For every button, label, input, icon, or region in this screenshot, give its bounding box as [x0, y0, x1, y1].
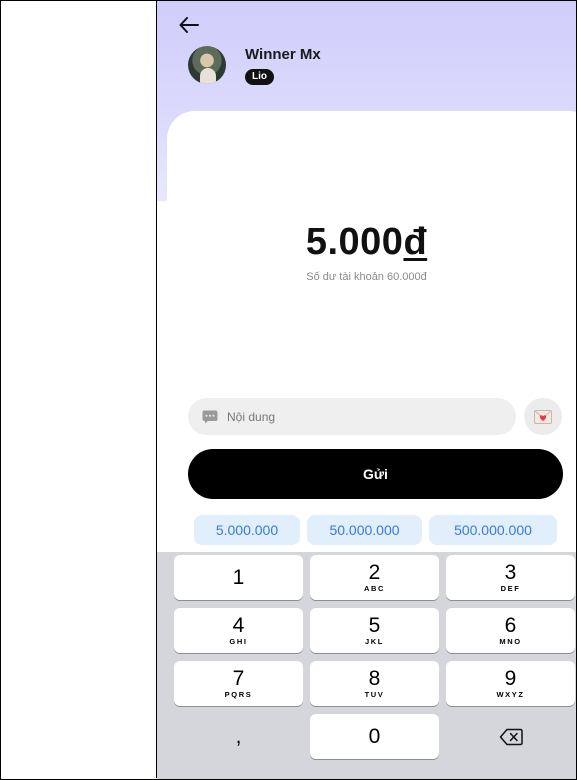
- empty-left-column: [1, 1, 157, 778]
- preset-amount-button[interactable]: 500.000.000: [429, 515, 557, 545]
- key-2[interactable]: 2 ABC: [310, 555, 439, 600]
- send-button[interactable]: Gửi: [188, 449, 563, 499]
- arrow-left-icon: [179, 17, 199, 33]
- key-digit: 3: [504, 561, 517, 584]
- key-4[interactable]: 4 GHI: [174, 608, 303, 653]
- key-letters: GHI: [229, 637, 248, 646]
- key-0[interactable]: 0: [310, 714, 439, 759]
- key-digit: 0: [368, 725, 381, 748]
- numeric-keypad: 1 2 ABC 3 DEF 4 GHI 5 JKL 6 MNO 7 PQRS 8: [157, 552, 576, 779]
- currency-symbol: đ: [403, 221, 428, 263]
- key-7[interactable]: 7 PQRS: [174, 661, 303, 706]
- key-letters: ABC: [363, 584, 386, 593]
- key-3[interactable]: 3 DEF: [446, 555, 575, 600]
- key-digit: 7: [232, 667, 245, 690]
- key-digit: 9: [504, 667, 517, 690]
- key-letters: DEF: [500, 584, 521, 593]
- gift-envelope-button[interactable]: [524, 398, 562, 435]
- back-button[interactable]: [175, 11, 203, 39]
- phone-screen: Winner Mx Lio 5.000đ Số dư tài khoản 60.…: [157, 1, 576, 779]
- preset-amount-button[interactable]: 50.000.000: [307, 515, 422, 545]
- key-digit: 4: [232, 614, 245, 637]
- key-digit: 6: [504, 614, 517, 637]
- key-digit: 2: [368, 561, 381, 584]
- key-1[interactable]: 1: [174, 555, 303, 600]
- love-letter-icon: [534, 409, 552, 424]
- key-letters: PQRS: [224, 690, 253, 699]
- key-digit: ,: [235, 725, 242, 748]
- key-letters: WXYZ: [496, 690, 525, 699]
- account-balance: Số dư tài khoản 60.000đ: [306, 271, 427, 283]
- backspace-icon: [499, 728, 523, 745]
- recipient-name: Winner Mx: [245, 46, 321, 63]
- key-letters: MNO: [499, 637, 522, 646]
- key-8[interactable]: 8 TUV: [310, 661, 439, 706]
- key-delete[interactable]: [446, 714, 575, 759]
- message-icon: [202, 409, 218, 425]
- key-digit: 5: [368, 614, 381, 637]
- user-badge: Lio: [245, 69, 274, 85]
- message-placeholder: Nội dung: [227, 409, 276, 424]
- key-5[interactable]: 5 JKL: [310, 608, 439, 653]
- amount-value: 5.000: [305, 221, 404, 263]
- key-comma[interactable]: ,: [174, 714, 303, 759]
- key-letters: JKL: [365, 637, 384, 646]
- message-input[interactable]: Nội dung: [188, 398, 516, 435]
- key-digit: 1: [232, 565, 245, 589]
- key-digit: 8: [368, 667, 381, 690]
- key-6[interactable]: 6 MNO: [446, 608, 575, 653]
- preset-amount-button[interactable]: 5.000.000: [194, 515, 300, 545]
- key-letters: TUV: [364, 690, 385, 699]
- avatar: [188, 46, 226, 84]
- transfer-amount[interactable]: 5.000đ: [157, 221, 576, 264]
- key-9[interactable]: 9 WXYZ: [446, 661, 575, 706]
